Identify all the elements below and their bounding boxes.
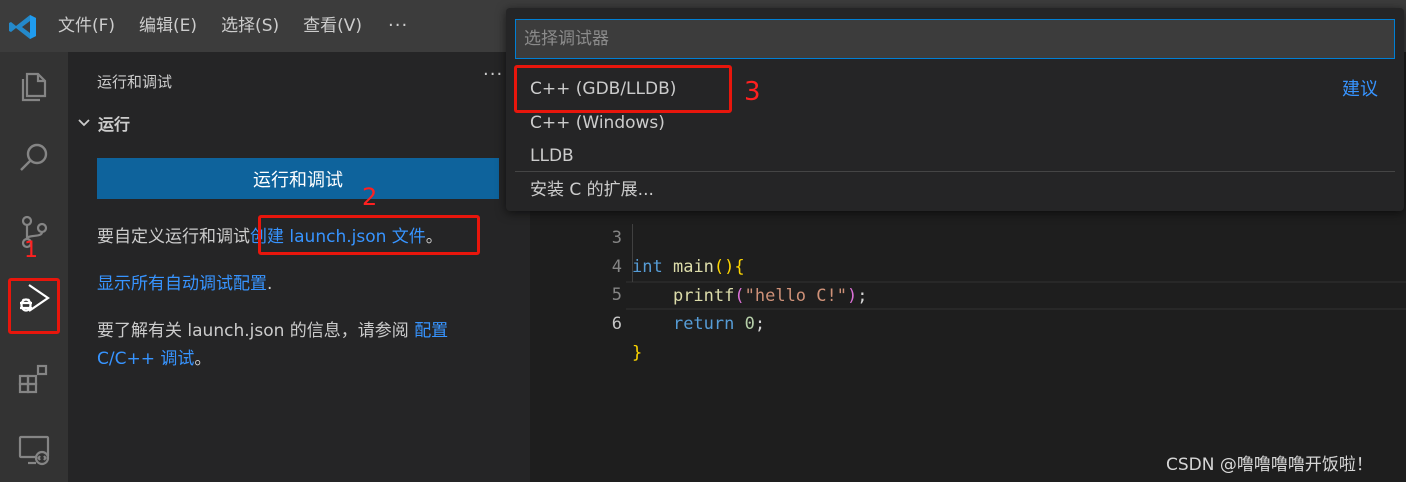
code-text: return 0; [672, 314, 766, 334]
item-label: C++ (Windows) [530, 113, 665, 133]
annotation-2: 2 [362, 183, 378, 211]
watermark: CSDN @噜噜噜噜开饭啦！ [1166, 455, 1373, 475]
activity-remote-explorer[interactable] [0, 422, 68, 478]
code-line-4: 4 printf("hello C!"); [530, 224, 1406, 306]
remote-explorer-icon [18, 435, 50, 466]
annotation-box-2 [258, 215, 480, 255]
learn-more-text: 要了解有关 launch.json 的信息，请参阅 配置 C/C++ 调试。 [97, 317, 507, 373]
explorer-icon [21, 72, 47, 102]
item-label: 安装 C 的扩展... [530, 180, 654, 200]
learn-more-suffix: 。 [194, 349, 212, 369]
recommended-label: 建议 [1342, 79, 1378, 100]
code-line-6: 6 } [530, 281, 1406, 363]
chevron-down-icon [78, 119, 90, 127]
menu-more-button[interactable]: ··· [374, 0, 422, 52]
section-header-run[interactable]: 运行 [74, 111, 130, 135]
menu-bar: 文件(F) 编辑(E) 选择(S) 查看(V) ··· [46, 0, 422, 52]
auto-debug-suffix: . [267, 274, 273, 294]
code-line-5: 5 return 0; [530, 252, 1406, 334]
activity-explorer[interactable] [0, 58, 68, 114]
quick-pick-separator [515, 171, 1395, 172]
activity-bar: 1 [0, 52, 68, 482]
annotation-box-3 [514, 65, 732, 113]
sidebar-more-button[interactable]: ··· [483, 64, 503, 85]
vscode-logo-icon [9, 15, 36, 39]
run-debug-sidebar: 运行和调试 ··· 运行 运行和调试 要自定义运行和调试创建 launch.js… [68, 52, 530, 482]
debugger-search-input[interactable] [515, 19, 1395, 59]
quick-pick-item-install-extensions[interactable]: 安装 C 的扩展... [506, 174, 1404, 207]
code-text: } [632, 343, 643, 363]
line-number: 6 [611, 314, 622, 334]
activity-search[interactable] [0, 130, 68, 186]
search-icon [20, 143, 48, 171]
sidebar-title: 运行和调试 [97, 73, 173, 91]
run-and-debug-button[interactable]: 运行和调试 [97, 158, 499, 199]
menu-edit[interactable]: 编辑(E) [127, 0, 209, 52]
item-label: LLDB [530, 146, 574, 166]
section-title: 运行 [98, 115, 131, 134]
activity-extensions[interactable] [0, 350, 68, 406]
extensions-icon [18, 364, 48, 394]
customize-prefix: 要自定义运行和调试 [97, 227, 250, 247]
quick-pick-item-lldb[interactable]: LLDB [506, 140, 1404, 173]
learn-more-prefix: 要了解有关 launch.json 的信息，请参阅 [97, 321, 415, 341]
annotation-1: 1 [24, 238, 38, 263]
auto-debug-text: 显示所有自动调试配置. [97, 269, 272, 294]
menu-file[interactable]: 文件(F) [46, 0, 127, 52]
menu-selection[interactable]: 选择(S) [209, 0, 291, 52]
annotation-3: 3 [744, 77, 761, 107]
annotation-box-1 [8, 278, 60, 334]
menu-view[interactable]: 查看(V) [291, 0, 374, 52]
show-auto-debug-link[interactable]: 显示所有自动调试配置 [97, 274, 267, 294]
